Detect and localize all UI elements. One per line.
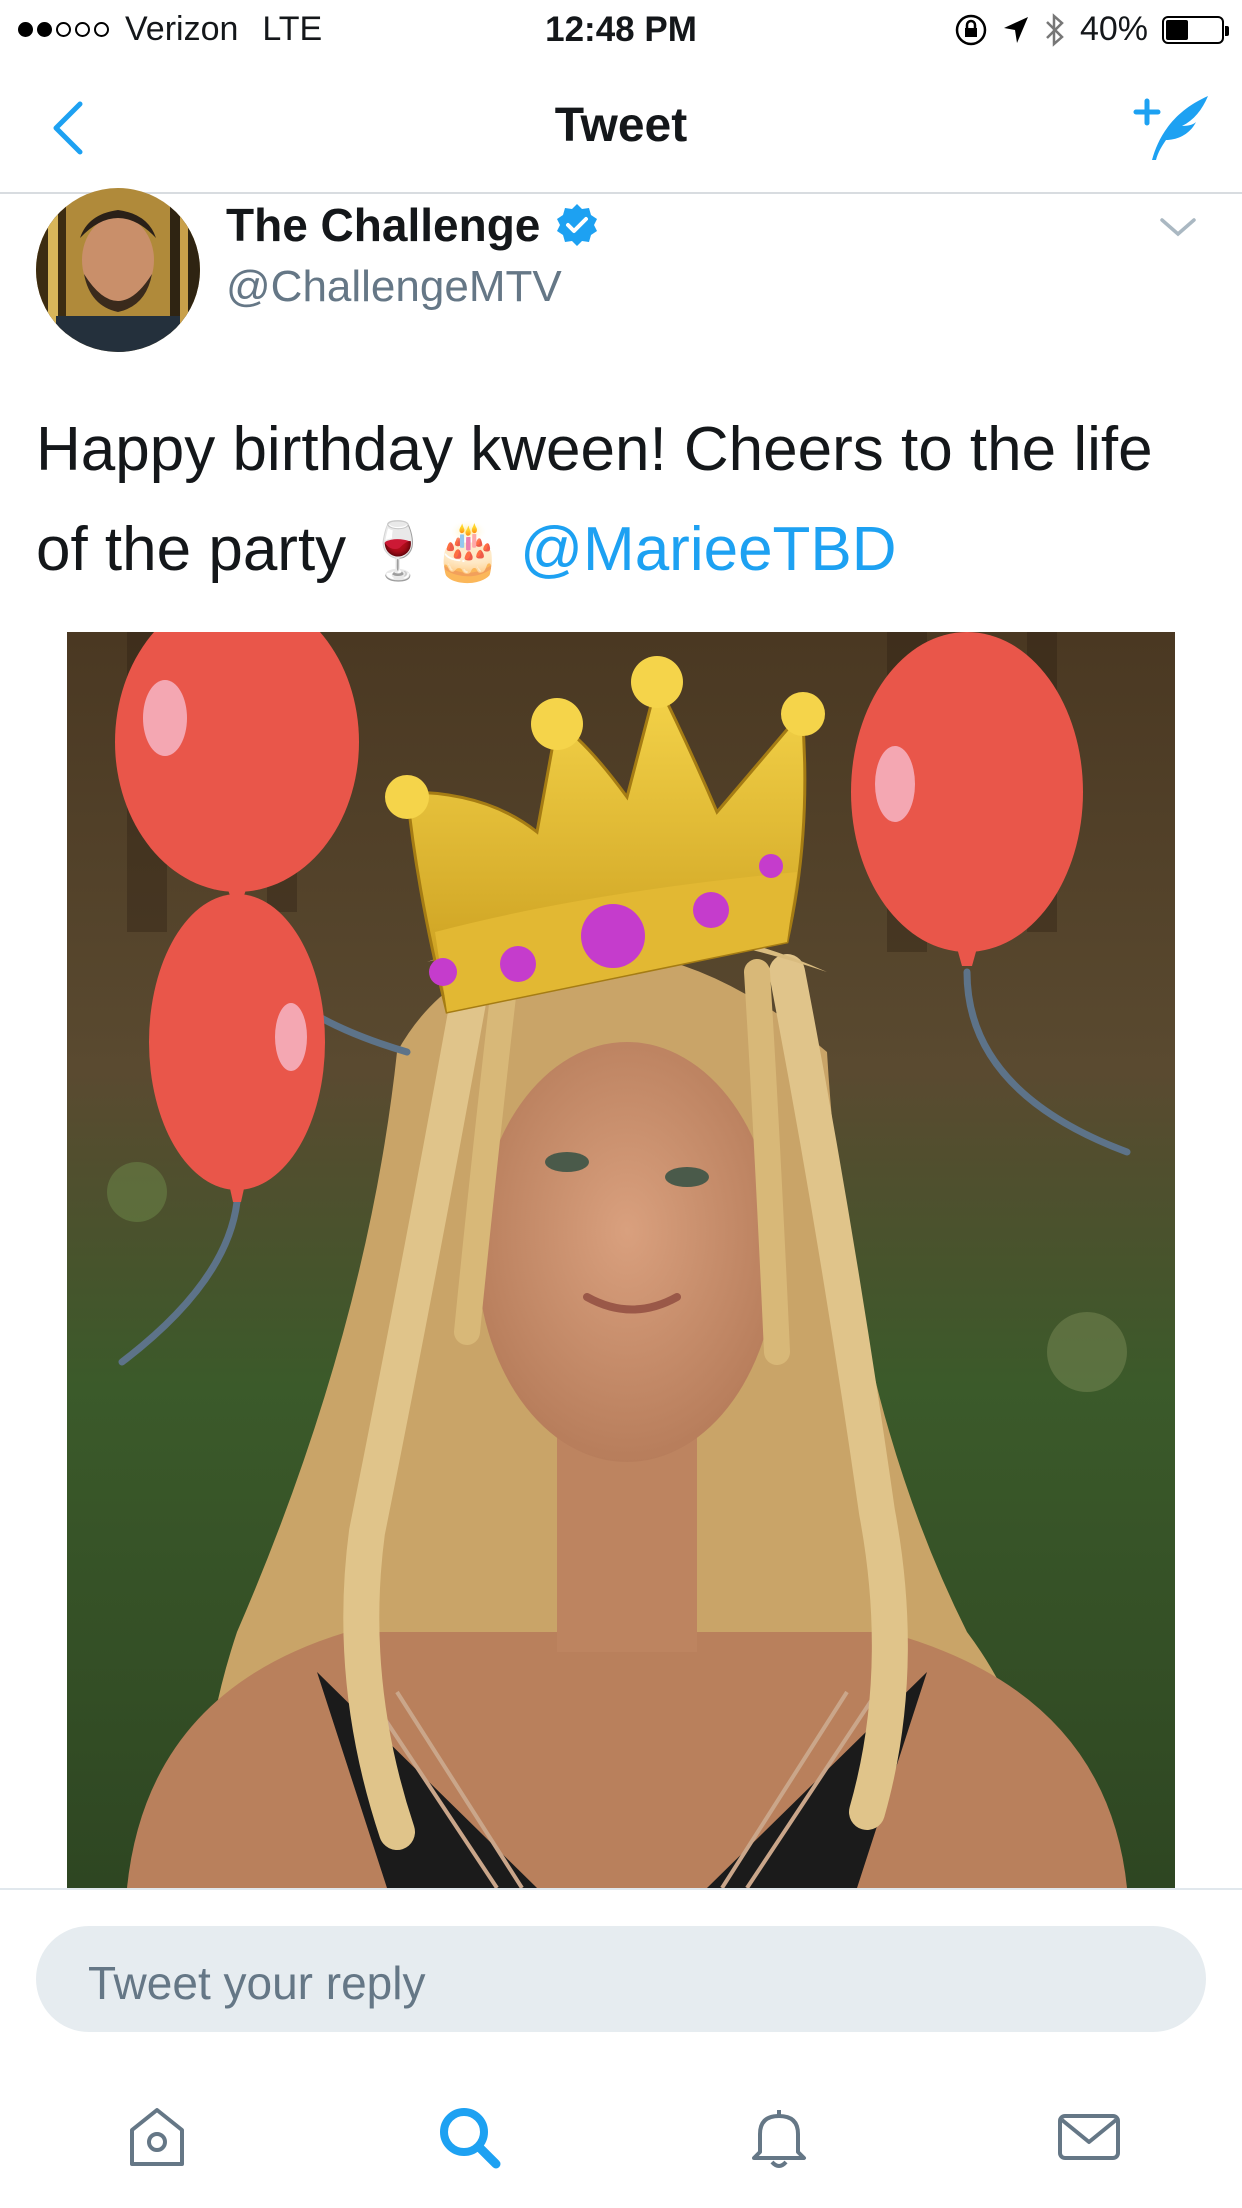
avatar[interactable] <box>36 188 200 352</box>
tab-bar <box>0 2028 1242 2208</box>
reply-area: Tweet your reply <box>0 1888 1242 2032</box>
status-bar: Verizon LTE 12:48 PM 40% <box>0 0 1242 62</box>
location-icon <box>1003 16 1028 43</box>
compose-tweet-icon[interactable] <box>1132 90 1212 162</box>
mail-icon[interactable] <box>1056 2104 1122 2170</box>
tweet-author[interactable]: The Challenge <box>226 198 600 252</box>
page-title: Tweet <box>554 99 688 152</box>
search-icon[interactable] <box>436 2104 502 2170</box>
status-icons: 40% <box>954 10 1229 49</box>
verified-badge-icon <box>557 204 598 246</box>
battery-icon <box>1162 15 1229 44</box>
author-handle[interactable]: @ChallengeMTV <box>226 262 562 312</box>
bell-icon[interactable] <box>746 2104 812 2170</box>
home-icon[interactable] <box>124 2104 190 2170</box>
tweet-image[interactable] <box>67 632 1175 1888</box>
navigation-bar: Tweet <box>0 62 1242 194</box>
battery-percent: 40% <box>1079 10 1148 48</box>
reply-placeholder: Tweet your reply <box>88 1957 426 2009</box>
mention-link[interactable]: @MarieeTBD <box>520 515 896 584</box>
reply-input[interactable]: Tweet your reply <box>36 1926 1206 2032</box>
chevron-down-icon[interactable] <box>1158 212 1198 242</box>
tweet-emoji: 🍷🎂 <box>363 519 503 584</box>
rotation-lock-icon <box>955 14 987 45</box>
tweet-text: Happy birthday kween! Cheers to the life… <box>36 400 1206 602</box>
bluetooth-icon <box>1046 12 1064 47</box>
author-name: The Challenge <box>226 199 541 251</box>
